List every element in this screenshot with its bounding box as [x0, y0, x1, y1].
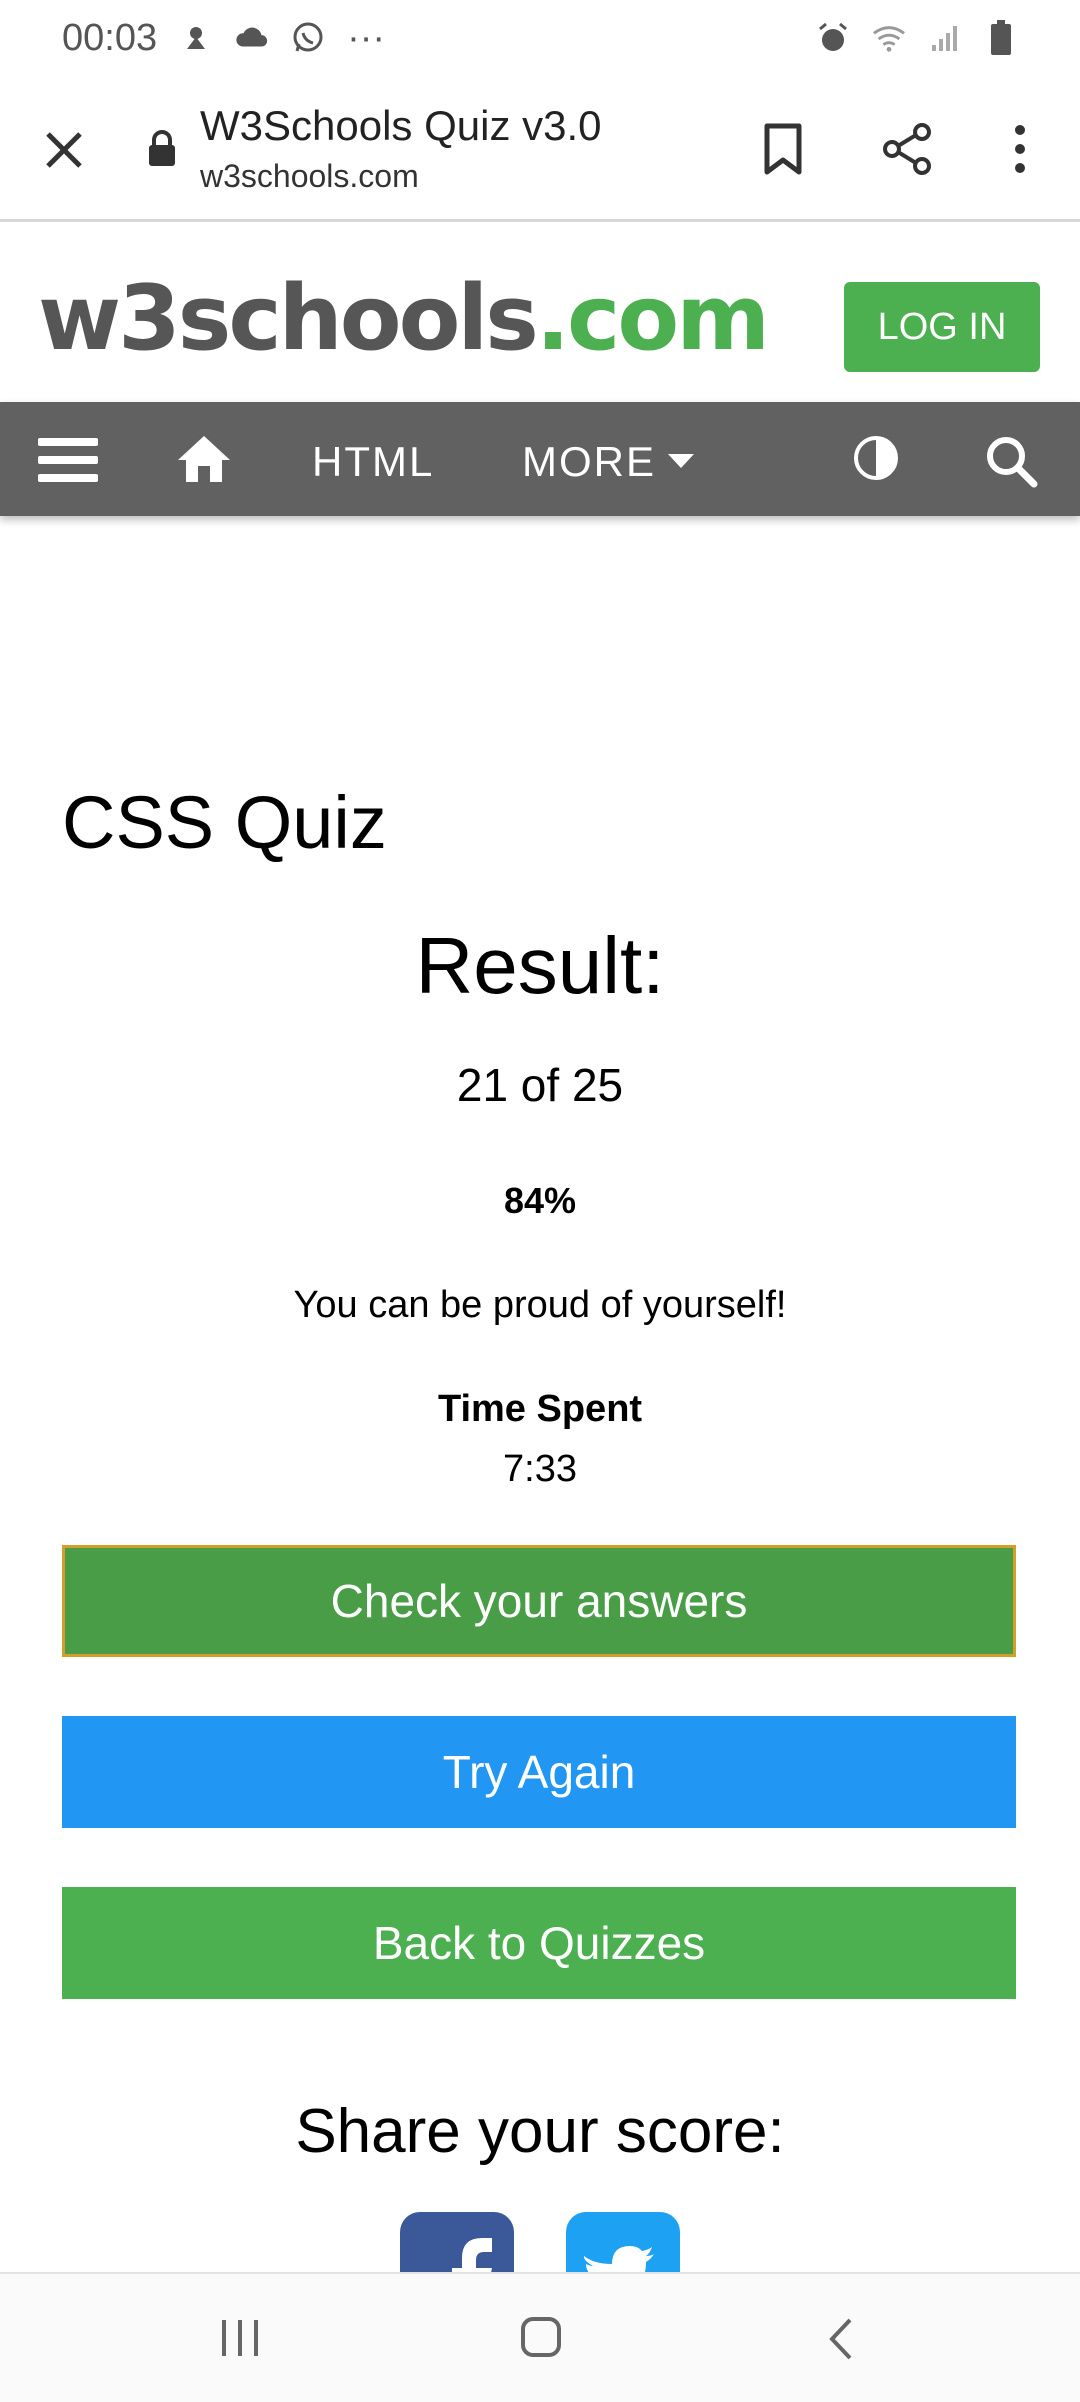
caret-down-icon — [668, 454, 694, 468]
whatsapp-icon — [291, 21, 325, 55]
overflow-menu-icon[interactable] — [1000, 122, 1040, 176]
more-dots-icon: ··· — [347, 16, 386, 59]
bookmark-icon[interactable] — [762, 122, 804, 176]
wifi-icon — [872, 21, 906, 55]
status-left: 00:03 ··· — [62, 17, 385, 60]
system-navigation-bar — [0, 2272, 1080, 2402]
home-button-icon[interactable] — [520, 2316, 562, 2358]
signal-icon — [928, 21, 962, 55]
facebook-icon[interactable] — [400, 2212, 514, 2274]
battery-icon — [984, 20, 1018, 55]
cloud-icon — [235, 21, 269, 55]
check-answers-button[interactable]: Check your answers — [62, 1545, 1016, 1657]
browser-toolbar: W3Schools Quiz v3.0 w3schools.com — [0, 76, 1080, 222]
status-right — [816, 20, 1018, 55]
lock-icon — [146, 128, 178, 168]
recent-apps-icon[interactable] — [218, 2318, 262, 2358]
status-bar: 00:03 ··· — [0, 0, 1080, 76]
close-icon[interactable] — [40, 126, 88, 174]
site-logo[interactable]: w3schools.com — [38, 274, 770, 364]
result-message: You can be proud of yourself! — [293, 1284, 787, 1326]
time-spent-value: 7:33 — [503, 1448, 577, 1490]
back-icon[interactable] — [826, 2316, 856, 2362]
home-icon[interactable] — [176, 432, 232, 484]
share-buttons — [400, 2212, 680, 2274]
page-title: W3Schools Quiz v3.0 — [200, 102, 602, 149]
page-url[interactable]: w3schools.com — [200, 158, 419, 195]
logo-com: .com — [535, 266, 770, 371]
share-heading: Share your score: — [295, 2097, 785, 2166]
result-heading: Result: — [415, 921, 665, 1010]
nav-html-link[interactable]: HTML — [312, 438, 434, 486]
logo-w3schools: w3schools — [38, 266, 539, 371]
site-navbar: HTML MORE — [0, 402, 1080, 516]
site-header: w3schools.com LOG IN — [0, 222, 1080, 402]
time-spent-label: Time Spent — [437, 1388, 643, 1430]
login-button[interactable]: LOG IN — [844, 282, 1040, 372]
notification-icon — [179, 21, 213, 55]
share-icon[interactable] — [880, 122, 934, 176]
nav-more-dropdown[interactable]: MORE — [522, 438, 694, 486]
nav-more-label: MORE — [522, 438, 656, 485]
back-to-quizzes-button[interactable]: Back to Quizzes — [62, 1887, 1016, 1999]
twitter-icon[interactable] — [566, 2212, 680, 2274]
status-time: 00:03 — [62, 16, 158, 59]
dark-mode-toggle-icon[interactable] — [852, 434, 900, 482]
quiz-title: CSS Quiz — [62, 781, 387, 864]
search-icon[interactable] — [984, 434, 1038, 488]
try-again-button[interactable]: Try Again — [62, 1716, 1016, 1828]
hamburger-menu-icon[interactable] — [38, 434, 98, 486]
score-text: 21 of 25 — [456, 1059, 624, 1111]
alarm-icon — [816, 21, 850, 55]
score-percent: 84% — [503, 1180, 577, 1221]
